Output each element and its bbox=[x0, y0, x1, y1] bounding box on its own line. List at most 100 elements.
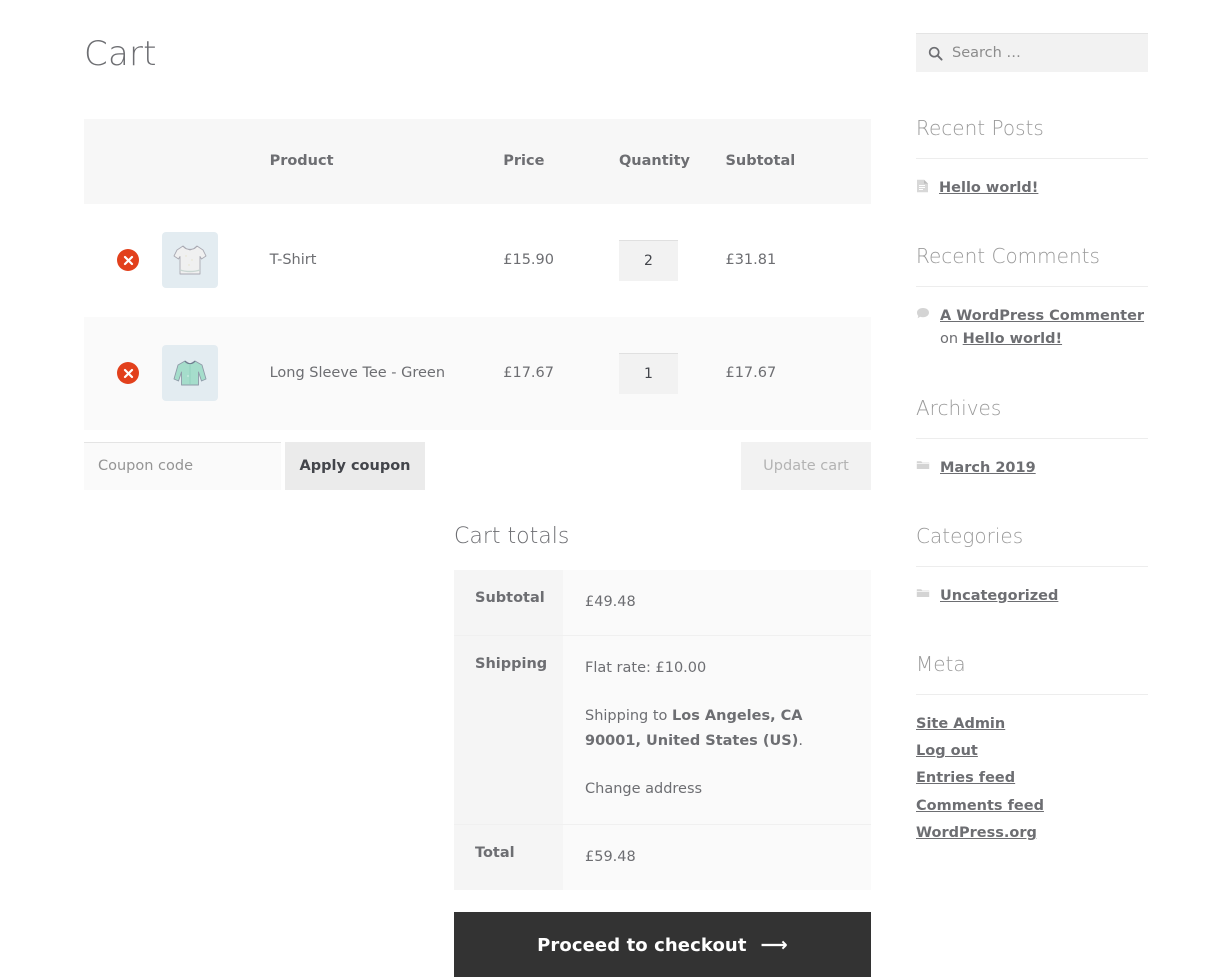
shipping-cell: Flat rate: £10.00 Shipping to Los Angele… bbox=[563, 635, 871, 825]
comment-author-link[interactable]: A WordPress Commenter bbox=[940, 308, 1144, 324]
widget-title-meta: Meta bbox=[916, 651, 966, 676]
divider bbox=[916, 565, 1148, 567]
coupon-code-input[interactable] bbox=[84, 441, 281, 490]
sidebar: Recent Posts Hello world! Recent Comment… bbox=[916, 0, 1148, 849]
cell-subtotal: £17.67 bbox=[725, 317, 871, 430]
product-subtotal: £17.67 bbox=[725, 365, 777, 382]
meta-link-comments-feed[interactable]: Comments feed bbox=[916, 798, 1044, 814]
category-link[interactable]: Uncategorized bbox=[940, 585, 1058, 608]
comment-entry: A WordPress Commenter on Hello world! bbox=[940, 305, 1148, 351]
product-thumbnail-link[interactable] bbox=[161, 232, 218, 289]
subtotal-label: Subtotal bbox=[454, 570, 563, 637]
product-name-link[interactable]: T-Shirt bbox=[270, 252, 317, 268]
meta-link-site-admin[interactable]: Site Admin bbox=[916, 716, 1005, 732]
meta-link-entries-feed[interactable]: Entries feed bbox=[916, 770, 1015, 786]
table-row: Long Sleeve Tee - Green £17.67 £17.67 bbox=[84, 316, 871, 430]
list-item: WordPress.org bbox=[916, 822, 1148, 845]
cell-quantity bbox=[618, 317, 726, 430]
total-value: £59.48 bbox=[563, 824, 871, 891]
quantity-input[interactable] bbox=[618, 239, 678, 281]
proceed-to-checkout-button[interactable]: Proceed to checkout ⟶ bbox=[454, 912, 871, 977]
cart-table-header-row: Product Price Quantity Subtotal bbox=[84, 118, 871, 204]
comment-post-link[interactable]: Hello world! bbox=[963, 331, 1062, 347]
widget-meta: Meta Site Admin Log out Entries feed Com… bbox=[916, 652, 1148, 845]
product-subtotal: £31.81 bbox=[725, 252, 777, 269]
search-input[interactable] bbox=[952, 45, 1136, 61]
totals-row-total: Total £59.48 bbox=[454, 824, 871, 891]
update-cart-button[interactable]: Update cart bbox=[741, 441, 871, 490]
divider bbox=[916, 693, 1148, 695]
table-row: T-Shirt £15.90 £31.81 bbox=[84, 203, 871, 317]
product-price: £17.67 bbox=[503, 365, 554, 382]
change-address-link[interactable]: Change address bbox=[585, 777, 702, 802]
widget-recent-posts: Recent Posts Hello world! bbox=[916, 116, 1148, 200]
list-item: Uncategorized bbox=[916, 585, 1148, 608]
cell-remove bbox=[84, 204, 162, 317]
header-thumbnail bbox=[161, 118, 270, 204]
cell-price: £15.90 bbox=[503, 204, 619, 317]
folder-icon bbox=[916, 588, 930, 597]
header-quantity: Quantity bbox=[618, 118, 726, 204]
arrow-right-icon: ⟶ bbox=[760, 933, 788, 956]
search-icon bbox=[928, 46, 943, 61]
widget-archives: Archives March 2019 bbox=[916, 396, 1148, 480]
cell-remove bbox=[84, 317, 162, 430]
shipping-rate: Flat rate: £10.00 bbox=[585, 660, 707, 677]
subtotal-value: £49.48 bbox=[563, 570, 871, 637]
remove-item-button[interactable] bbox=[117, 249, 139, 272]
divider bbox=[916, 286, 1148, 288]
search-widget bbox=[916, 33, 1148, 72]
quantity-input[interactable] bbox=[618, 352, 678, 394]
archive-link[interactable]: March 2019 bbox=[940, 457, 1036, 480]
remove-item-button[interactable] bbox=[117, 362, 139, 385]
cart-totals-table: Subtotal £49.48 Shipping Flat rate: £10.… bbox=[454, 570, 871, 891]
close-icon bbox=[123, 368, 133, 378]
widget-title-recent-comments: Recent Comments bbox=[916, 244, 1100, 269]
cell-quantity bbox=[618, 204, 726, 317]
cart-page: Cart Product Price Quantity Subtotal T-S… bbox=[0, 0, 1216, 977]
list-item: Log out bbox=[916, 740, 1148, 763]
widget-title-categories: Categories bbox=[916, 523, 1024, 548]
meta-link-log-out[interactable]: Log out bbox=[916, 743, 978, 759]
totals-row-shipping: Shipping Flat rate: £10.00 Shipping to L… bbox=[454, 635, 871, 825]
header-price: Price bbox=[503, 118, 619, 204]
recent-posts-list: Hello world! bbox=[916, 177, 1148, 200]
divider bbox=[916, 437, 1148, 439]
page-title: Cart bbox=[84, 34, 157, 74]
totals-row-subtotal: Subtotal £49.48 bbox=[454, 570, 871, 637]
recent-post-link[interactable]: Hello world! bbox=[939, 177, 1038, 200]
header-subtotal: Subtotal bbox=[725, 118, 871, 204]
widget-title-recent-posts: Recent Posts bbox=[916, 116, 1044, 140]
list-item: Site Admin bbox=[916, 713, 1148, 736]
widget-title-archives: Archives bbox=[916, 395, 1002, 420]
list-item: Hello world! bbox=[916, 177, 1148, 200]
apply-coupon-button[interactable]: Apply coupon bbox=[285, 441, 425, 490]
list-item: Entries feed bbox=[916, 767, 1148, 790]
cell-thumbnail bbox=[161, 204, 270, 317]
shipping-destination: Shipping to Los Angeles, CA 90001, Unite… bbox=[585, 704, 849, 755]
widget-recent-comments: Recent Comments A WordPress Commenter on… bbox=[916, 244, 1148, 351]
cart-totals-title: Cart totals bbox=[454, 524, 570, 549]
cell-price: £17.67 bbox=[503, 317, 619, 430]
cart-totals-section: Cart totals Subtotal £49.48 Shipping Fla… bbox=[454, 524, 871, 977]
comment-bubble-icon bbox=[917, 308, 929, 319]
cell-product-name: T-Shirt bbox=[270, 204, 504, 317]
product-thumbnail-link[interactable] bbox=[161, 345, 218, 402]
shipping-label: Shipping bbox=[454, 635, 563, 825]
divider bbox=[916, 158, 1148, 159]
list-item: A WordPress Commenter on Hello world! bbox=[916, 305, 1148, 351]
product-name-link[interactable]: Long Sleeve Tee - Green bbox=[270, 365, 445, 381]
cell-product-name: Long Sleeve Tee - Green bbox=[270, 317, 504, 430]
shipping-to-prefix: Shipping to bbox=[585, 707, 673, 724]
long-sleeve-tee-icon bbox=[173, 360, 207, 386]
meta-link-wordpress-org[interactable]: WordPress.org bbox=[916, 825, 1037, 841]
list-item: March 2019 bbox=[916, 457, 1148, 480]
tshirt-icon bbox=[173, 245, 207, 275]
cell-thumbnail bbox=[161, 317, 270, 430]
header-product: Product bbox=[269, 118, 504, 204]
document-icon bbox=[917, 179, 928, 193]
checkout-button-label: Proceed to checkout bbox=[537, 934, 747, 956]
archives-list: March 2019 bbox=[916, 457, 1148, 480]
cart-items-table: Product Price Quantity Subtotal T-Shirt … bbox=[84, 118, 871, 430]
product-price: £15.90 bbox=[503, 252, 554, 269]
